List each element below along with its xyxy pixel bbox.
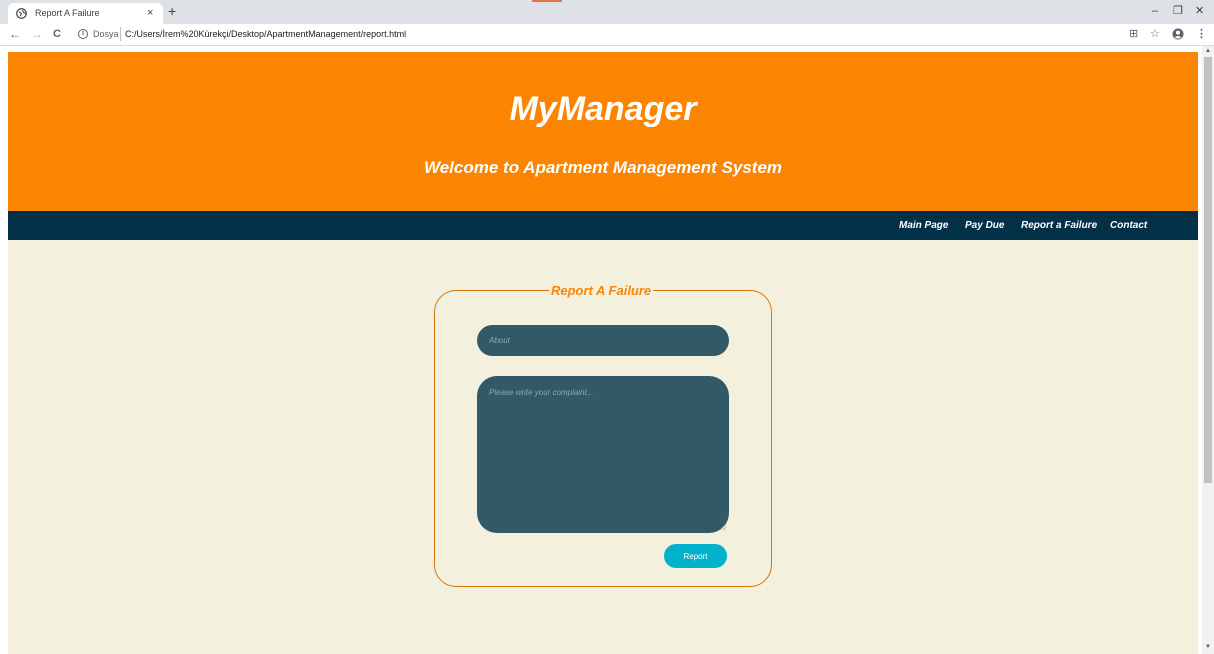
site-brand: MyManager bbox=[509, 90, 697, 128]
page-scrollbar[interactable]: ▲ ▼ bbox=[1202, 46, 1214, 654]
scroll-up-icon[interactable]: ▲ bbox=[1205, 48, 1211, 54]
restore-icon[interactable]: ❐ bbox=[1173, 5, 1183, 17]
forward-arrow-icon[interactable]: → bbox=[31, 27, 43, 41]
profile-avatar-icon[interactable] bbox=[1172, 28, 1184, 40]
browser-tab-strip: Report A Failure × + – ❐ ✕ bbox=[0, 0, 1214, 24]
tab-title: Report A Failure bbox=[35, 8, 100, 18]
page-viewport: MyManager Welcome to Apartment Managemen… bbox=[0, 46, 1214, 654]
nav-main-page[interactable]: Main Page bbox=[899, 220, 948, 231]
nav-report-failure[interactable]: Report a Failure bbox=[1021, 220, 1097, 231]
browser-toolbar: ← → C i Dosya C:/Users/İrem%20Kürekçi/De… bbox=[0, 24, 1214, 46]
address-bar[interactable]: i Dosya C:/Users/İrem%20Kürekçi/Desktop/… bbox=[78, 27, 1100, 43]
about-input[interactable] bbox=[477, 325, 729, 356]
scrollbar-thumb[interactable] bbox=[1204, 57, 1212, 483]
report-failure-form: Report A Failure Report bbox=[434, 283, 772, 587]
site-header: MyManager Welcome to Apartment Managemen… bbox=[8, 52, 1198, 211]
complaint-textarea[interactable] bbox=[477, 376, 729, 533]
resize-grip-icon[interactable] bbox=[719, 523, 727, 531]
browser-tab[interactable]: Report A Failure × bbox=[8, 3, 163, 24]
new-tab-button[interactable]: + bbox=[168, 4, 176, 18]
translate-icon[interactable]: ⊞ bbox=[1129, 27, 1138, 41]
reload-icon[interactable]: C bbox=[53, 27, 61, 41]
back-arrow-icon[interactable]: ← bbox=[9, 27, 21, 41]
close-window-icon[interactable]: ✕ bbox=[1195, 5, 1204, 17]
main-nav: Main Page Pay Due Report a Failure Conta… bbox=[8, 211, 1198, 240]
url-text[interactable]: C:/Users/İrem%20Kürekçi/Desktop/Apartmen… bbox=[125, 29, 406, 39]
site-tagline: Welcome to Apartment Management System bbox=[423, 158, 783, 177]
globe-icon bbox=[16, 8, 27, 19]
nav-contact[interactable]: Contact bbox=[1110, 220, 1147, 231]
browser-menu-icon[interactable]: ⋮ bbox=[1196, 27, 1207, 41]
bookmark-star-icon[interactable]: ☆ bbox=[1150, 27, 1160, 41]
minimize-icon[interactable]: – bbox=[1152, 5, 1158, 17]
nav-pay-due[interactable]: Pay Due bbox=[965, 220, 1004, 231]
tab-close-icon[interactable]: × bbox=[147, 6, 153, 20]
report-button[interactable]: Report bbox=[664, 544, 727, 568]
info-icon[interactable]: i bbox=[78, 29, 88, 39]
page-body: MyManager Welcome to Apartment Managemen… bbox=[8, 52, 1198, 654]
form-legend: Report A Failure bbox=[549, 283, 654, 298]
url-separator bbox=[120, 27, 121, 41]
url-scheme-label: Dosya bbox=[93, 29, 119, 39]
tab-strip-highlight bbox=[532, 0, 562, 2]
scroll-down-icon[interactable]: ▼ bbox=[1205, 644, 1211, 650]
